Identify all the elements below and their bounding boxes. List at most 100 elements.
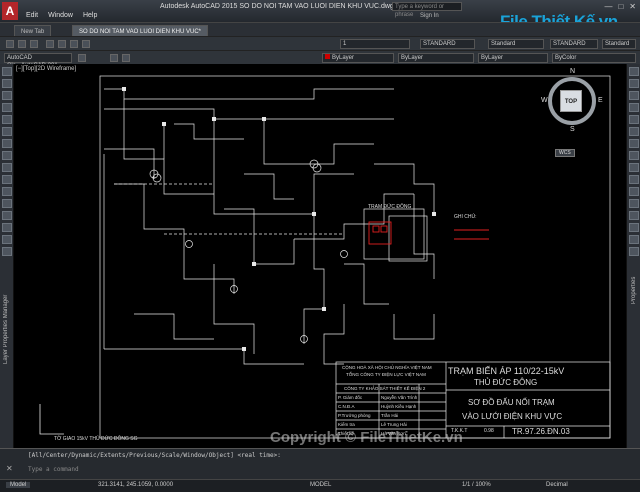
layer-bulb-icon[interactable] bbox=[110, 54, 118, 62]
ellipse-tool-icon[interactable] bbox=[2, 163, 12, 172]
lineweight-dropdown[interactable]: ByLayer bbox=[478, 53, 548, 63]
feeder-line bbox=[104, 148, 155, 179]
layer-icon[interactable] bbox=[46, 40, 54, 48]
polyline-tool-icon[interactable] bbox=[2, 79, 12, 88]
annotation-scale[interactable]: 1/1 / 100% bbox=[462, 482, 491, 488]
arc-tool-icon[interactable] bbox=[2, 115, 12, 124]
status-bar: Model 321.3141, 245.1059, 0.0000 MODEL 1… bbox=[0, 479, 640, 492]
substation-label: TRẠM ĐỨC ĐÔNG bbox=[368, 204, 412, 210]
line-tool-icon[interactable] bbox=[2, 67, 12, 76]
open-icon[interactable] bbox=[18, 40, 26, 48]
linetype-dropdown[interactable]: ByLayer bbox=[398, 53, 474, 63]
ucs-icon bbox=[39, 404, 64, 435]
command-input[interactable]: Type a command bbox=[28, 466, 79, 473]
point-tool-icon[interactable] bbox=[2, 187, 12, 196]
offset-tool-icon[interactable] bbox=[629, 103, 639, 112]
hatch-tool-icon[interactable] bbox=[2, 199, 12, 208]
plot-style-dropdown[interactable]: ByColor bbox=[552, 53, 636, 63]
gradient-tool-icon[interactable] bbox=[2, 211, 12, 220]
scale-tool-icon[interactable] bbox=[629, 151, 639, 160]
move-tool-icon[interactable] bbox=[629, 127, 639, 136]
left-toolbar: Layer Properties Manager bbox=[0, 64, 14, 448]
bus-line bbox=[104, 88, 394, 100]
model-tab[interactable]: Model bbox=[6, 482, 31, 488]
menu-help[interactable]: Help bbox=[83, 12, 97, 19]
viewport-label[interactable]: [−][Top][2D Wireframe] bbox=[16, 66, 76, 72]
revcloud-tool-icon[interactable] bbox=[2, 139, 12, 148]
ribbon-row-2: AutoCAD Cla...AutoCAD 201 ByLayer ByLaye… bbox=[0, 50, 640, 69]
layer-lock-icon[interactable] bbox=[82, 40, 90, 48]
feeder-line bbox=[294, 193, 414, 240]
compass-w[interactable]: W bbox=[541, 97, 548, 104]
region-tool-icon[interactable] bbox=[2, 223, 12, 232]
feeder-line bbox=[323, 304, 345, 365]
layer-palette-label[interactable]: Layer Properties Manager bbox=[3, 234, 9, 364]
compass-e[interactable]: E bbox=[598, 97, 603, 104]
minimize-icon[interactable]: — bbox=[604, 2, 612, 11]
close-icon[interactable]: ✕ bbox=[629, 2, 636, 11]
color-dropdown[interactable]: ByLayer bbox=[322, 53, 394, 63]
drawing-number: TR.97.26.ĐN.03 bbox=[512, 427, 570, 436]
layer-state-icon[interactable] bbox=[58, 40, 66, 48]
new-icon[interactable] bbox=[6, 40, 14, 48]
rectangle-tool-icon[interactable] bbox=[2, 103, 12, 112]
layer-dropdown[interactable]: 1 bbox=[340, 39, 410, 49]
dim-style-dropdown[interactable]: Standard bbox=[488, 39, 544, 49]
polygon-tool-icon[interactable] bbox=[2, 91, 12, 100]
highlight-substation bbox=[368, 221, 392, 245]
tkkt-value: 0.98 bbox=[484, 428, 494, 434]
stretch-tool-icon[interactable] bbox=[629, 163, 639, 172]
circle-tool-icon[interactable] bbox=[2, 127, 12, 136]
bus-line bbox=[104, 108, 394, 120]
menu-window[interactable]: Window bbox=[48, 12, 73, 19]
units-dropdown[interactable]: Decimal bbox=[546, 482, 568, 488]
color-swatch-icon bbox=[325, 54, 330, 59]
feeder-line bbox=[213, 264, 255, 354]
close-icon[interactable]: ✕ bbox=[6, 464, 13, 473]
mirror-tool-icon[interactable] bbox=[629, 91, 639, 100]
layer-sun-icon[interactable] bbox=[122, 54, 130, 62]
extend-tool-icon[interactable] bbox=[629, 187, 639, 196]
join-tool-icon[interactable] bbox=[629, 211, 639, 220]
spline-tool-icon[interactable] bbox=[2, 151, 12, 160]
app-logo[interactable]: A bbox=[2, 2, 18, 20]
array-tool-icon[interactable] bbox=[629, 115, 639, 124]
save-icon[interactable] bbox=[30, 40, 38, 48]
feeder-line bbox=[213, 119, 354, 215]
breaker-mark bbox=[242, 347, 246, 351]
search-input[interactable]: Type a keyword or phrase bbox=[392, 2, 462, 18]
workspace-dropdown[interactable]: AutoCAD Cla...AutoCAD 201 bbox=[4, 53, 72, 69]
insert-block-icon[interactable] bbox=[2, 175, 12, 184]
properties-palette-label[interactable]: Properties bbox=[631, 244, 637, 304]
feeder-line bbox=[303, 214, 325, 344]
drawing-svg bbox=[39, 75, 611, 439]
drawing-canvas[interactable]: [−][Top][2D Wireframe] TRẠM ĐỨC ĐÔNG GHI… bbox=[14, 64, 626, 448]
notes-title: GHI CHÚ: bbox=[454, 214, 477, 220]
wcs-button[interactable]: WCS bbox=[555, 149, 575, 157]
transformer-symbol bbox=[185, 240, 193, 248]
feeder-line bbox=[183, 244, 235, 294]
sign-in-link[interactable]: Sign In bbox=[420, 13, 439, 19]
gear-icon[interactable] bbox=[78, 54, 86, 62]
compass-n[interactable]: N bbox=[570, 68, 575, 75]
copy-tool-icon[interactable] bbox=[629, 79, 639, 88]
rotate-tool-icon[interactable] bbox=[629, 139, 639, 148]
breaker-mark bbox=[252, 262, 256, 266]
text-style-dropdown[interactable]: STANDARD bbox=[420, 39, 475, 49]
breaker-mark bbox=[312, 212, 316, 216]
name-2: Huỳnh Kiều Hạnh bbox=[381, 404, 417, 409]
maximize-icon[interactable]: □ bbox=[618, 2, 623, 11]
ribbon-row-1: 1 STANDARD Standard STANDARD Standard bbox=[0, 36, 640, 50]
menu-edit[interactable]: Edit bbox=[26, 12, 38, 19]
compass-s[interactable]: S bbox=[570, 126, 575, 133]
table-style-dropdown[interactable]: STANDARD bbox=[550, 39, 598, 49]
mleader-style-dropdown[interactable]: Standard bbox=[602, 39, 636, 49]
layer-freeze-icon[interactable] bbox=[70, 40, 78, 48]
fillet-tool-icon[interactable] bbox=[629, 235, 639, 244]
trim-tool-icon[interactable] bbox=[629, 175, 639, 184]
viewcube-top-face[interactable]: TOP bbox=[560, 90, 582, 112]
erase-tool-icon[interactable] bbox=[629, 67, 639, 76]
model-space-toggle[interactable]: MODEL bbox=[310, 482, 331, 488]
chamfer-tool-icon[interactable] bbox=[629, 223, 639, 232]
break-tool-icon[interactable] bbox=[629, 199, 639, 208]
